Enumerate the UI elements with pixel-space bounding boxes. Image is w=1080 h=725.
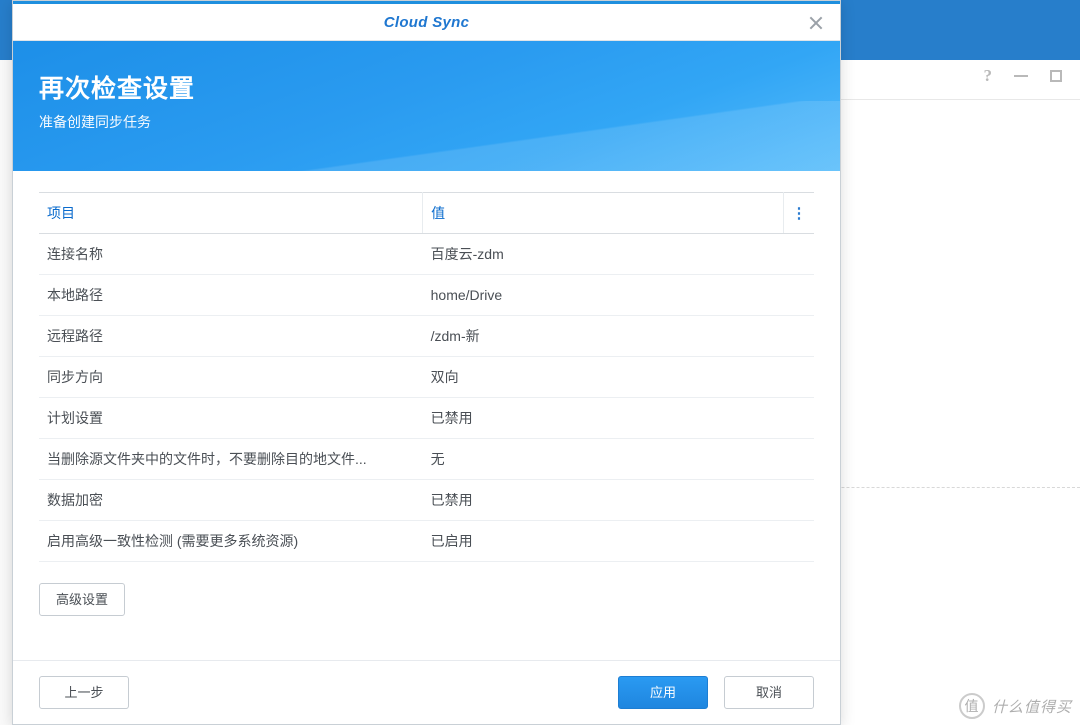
maximize-icon[interactable]	[1050, 70, 1062, 82]
table-row: 启用高级一致性检测 (需要更多系统资源)已启用	[39, 521, 814, 562]
cell-item: 当删除源文件夹中的文件时，不要删除目的地文件...	[39, 439, 423, 480]
background-window-controls: ?	[984, 66, 1063, 86]
dialog-titlebar: Cloud Sync	[13, 1, 840, 41]
col-header-item[interactable]: 项目	[39, 193, 423, 234]
table-row: 同步方向双向	[39, 357, 814, 398]
watermark: 值 什么值得买	[959, 693, 1072, 719]
table-row: 当删除源文件夹中的文件时，不要删除目的地文件...无	[39, 439, 814, 480]
cell-value: 已启用	[423, 521, 814, 562]
cell-item: 启用高级一致性检测 (需要更多系统资源)	[39, 521, 423, 562]
table-row: 本地路径home/Drive	[39, 275, 814, 316]
back-button[interactable]: 上一步	[39, 676, 129, 709]
cell-item: 数据加密	[39, 480, 423, 521]
col-header-value[interactable]: 值	[423, 193, 783, 234]
kebab-icon[interactable]: ⋮	[792, 205, 807, 222]
cell-value: home/Drive	[423, 275, 814, 316]
banner-heading: 再次检查设置	[39, 69, 814, 105]
help-icon[interactable]: ?	[984, 66, 993, 86]
cell-value: 百度云-zdm	[423, 234, 814, 275]
cell-item: 同步方向	[39, 357, 423, 398]
watermark-text: 什么值得买	[992, 696, 1072, 717]
minimize-icon[interactable]	[1014, 75, 1028, 77]
col-header-actions[interactable]: ⋮	[783, 193, 814, 234]
cell-item: 远程路径	[39, 316, 423, 357]
cell-value: 双向	[423, 357, 814, 398]
dialog-footer: 上一步 应用 取消	[13, 660, 840, 724]
watermark-icon: 值	[959, 693, 985, 719]
dialog-body: 项目 值 ⋮ 连接名称百度云-zdm 本地路径home/Drive 远程路径/z…	[13, 171, 840, 660]
table-row: 数据加密已禁用	[39, 480, 814, 521]
cell-value: 已禁用	[423, 398, 814, 439]
cloud-sync-dialog: Cloud Sync 再次检查设置 准备创建同步任务 项目 值 ⋮ 连接名称百度…	[12, 0, 841, 725]
advanced-settings-button[interactable]: 高级设置	[39, 583, 125, 616]
dialog-title: Cloud Sync	[384, 14, 470, 31]
table-row: 连接名称百度云-zdm	[39, 234, 814, 275]
dialog-banner: 再次检查设置 准备创建同步任务	[13, 41, 840, 171]
settings-table: 项目 值 ⋮ 连接名称百度云-zdm 本地路径home/Drive 远程路径/z…	[39, 192, 814, 562]
close-icon[interactable]	[805, 12, 827, 34]
cell-value: 已禁用	[423, 480, 814, 521]
table-row: 远程路径/zdm-新	[39, 316, 814, 357]
cell-value: /zdm-新	[423, 316, 814, 357]
table-header-row: 项目 值 ⋮	[39, 193, 814, 234]
cell-item: 本地路径	[39, 275, 423, 316]
cell-item: 连接名称	[39, 234, 423, 275]
cell-item: 计划设置	[39, 398, 423, 439]
table-row: 计划设置已禁用	[39, 398, 814, 439]
banner-subheading: 准备创建同步任务	[39, 112, 814, 132]
apply-button[interactable]: 应用	[618, 676, 708, 709]
cancel-button[interactable]: 取消	[724, 676, 814, 709]
cell-value: 无	[423, 439, 814, 480]
